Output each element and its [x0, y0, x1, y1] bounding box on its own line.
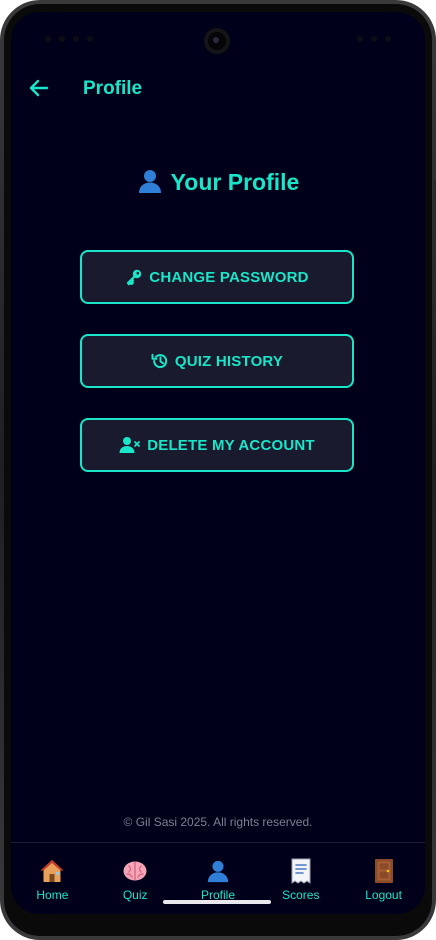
nav-label-quiz: Quiz — [122, 888, 148, 902]
nav-label-home: Home — [36, 888, 69, 902]
nav-item-logout[interactable]: Logout — [342, 843, 425, 914]
app-screen: Profile Your Profile CHANGE PASSWORD QUI… — [11, 12, 425, 914]
arrow-left-icon — [29, 79, 49, 97]
back-button[interactable] — [27, 76, 51, 100]
profile-heading-text: Your Profile — [170, 169, 300, 195]
nav-label-logout: Logout — [365, 888, 402, 902]
house-icon — [39, 858, 65, 884]
front-camera — [204, 28, 230, 54]
door-icon — [371, 858, 397, 884]
phone-frame: Profile Your Profile CHANGE PASSWORD QUI… — [0, 0, 436, 940]
status-bar — [11, 12, 425, 56]
app-bar: Profile — [11, 70, 425, 110]
history-icon — [151, 352, 169, 370]
status-icons-right — [357, 36, 391, 42]
change-password-label: CHANGE PASSWORD — [149, 268, 309, 286]
nav-label-scores: Scores — [282, 888, 320, 902]
quiz-history-button[interactable]: QUIZ HISTORY — [80, 334, 354, 388]
profile-heading: Your Profile — [11, 168, 425, 200]
person-icon — [137, 168, 163, 200]
person-icon — [205, 858, 231, 884]
key-icon — [125, 268, 143, 286]
delete-account-label: DELETE MY ACCOUNT — [147, 436, 315, 454]
brain-icon — [122, 858, 148, 884]
quiz-history-label: QUIZ HISTORY — [174, 352, 284, 370]
status-icons-left — [45, 36, 93, 42]
page-title: Profile — [83, 78, 143, 99]
nav-item-home[interactable]: Home — [11, 843, 94, 914]
nav-item-scores[interactable]: Scores — [259, 843, 342, 914]
copyright-text: © Gil Sasi 2025. All rights reserved. — [123, 815, 313, 829]
receipt-icon — [288, 858, 314, 884]
home-indicator[interactable] — [163, 900, 271, 904]
person-remove-icon — [119, 436, 141, 454]
delete-account-button[interactable]: DELETE MY ACCOUNT — [80, 418, 354, 472]
change-password-button[interactable]: CHANGE PASSWORD — [80, 250, 354, 304]
